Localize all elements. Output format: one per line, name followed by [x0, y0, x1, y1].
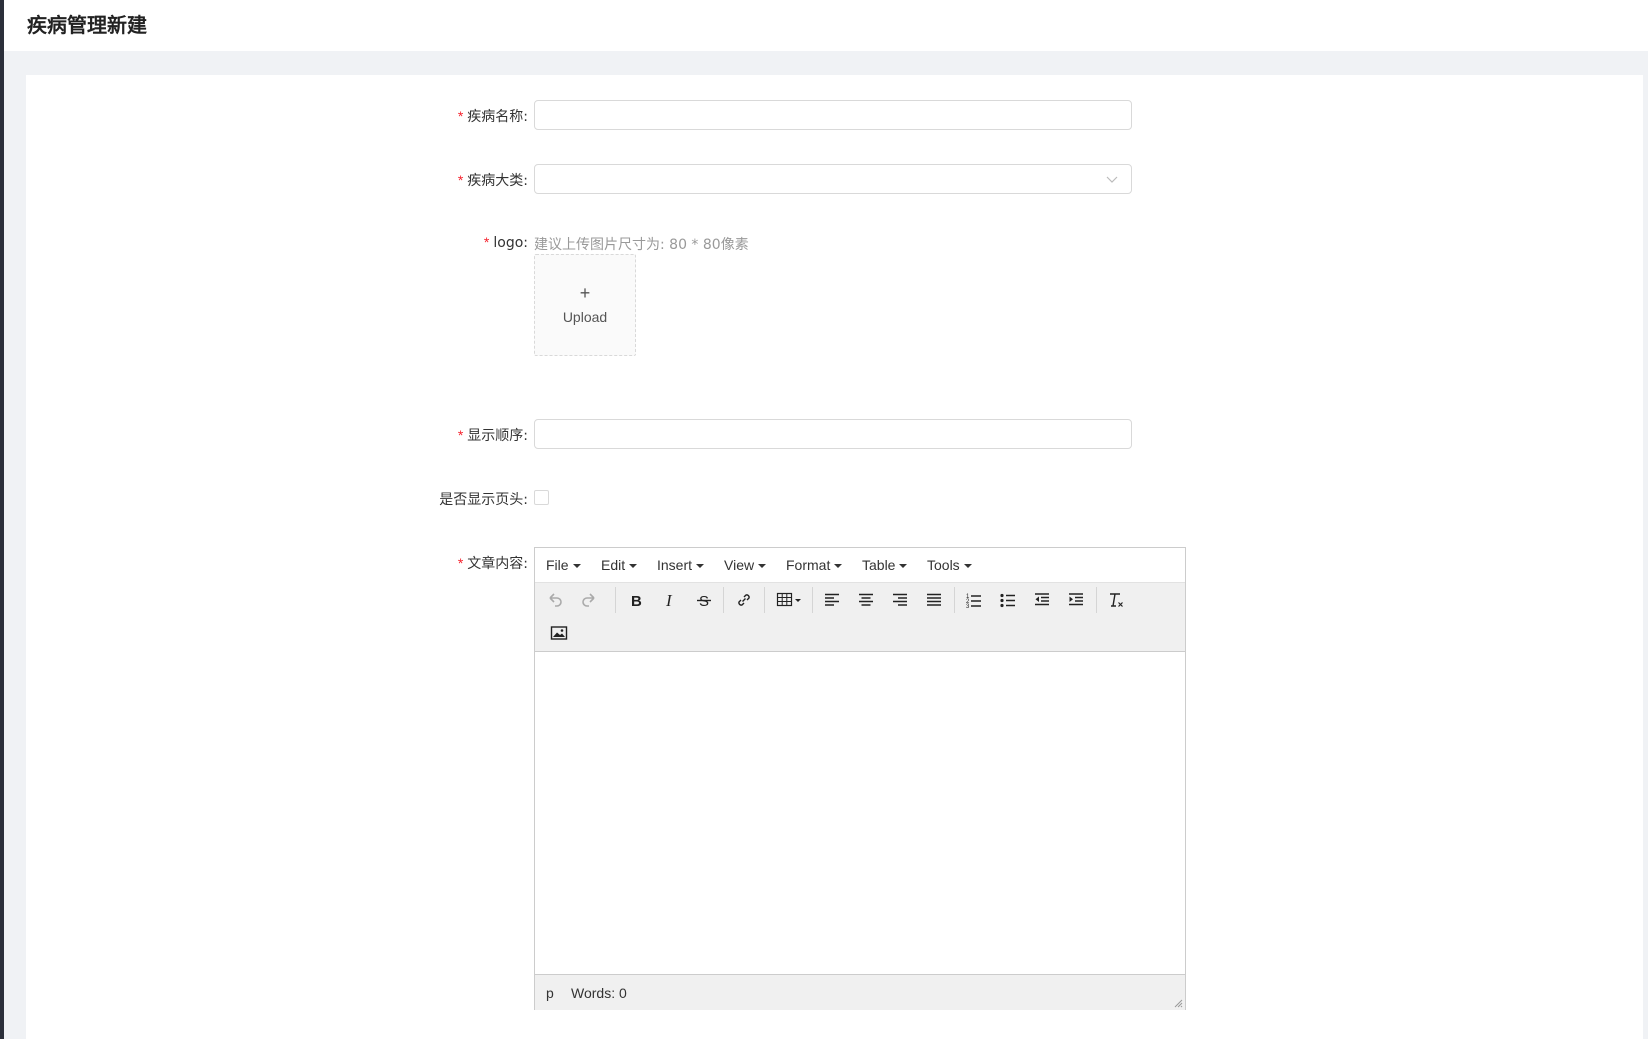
undo-icon[interactable] [541, 586, 569, 614]
caret-down-icon [963, 564, 972, 569]
required-mark: * [483, 234, 490, 250]
editor-menubar: File Edit Insert View Format Table Tools [535, 548, 1185, 583]
disease-name-input[interactable] [534, 100, 1132, 130]
image-icon[interactable] [545, 619, 573, 647]
required-mark: * [457, 172, 464, 188]
redo-icon[interactable] [575, 586, 603, 614]
resize-handle-icon[interactable] [1173, 998, 1183, 1008]
clear-format-icon[interactable] [1102, 586, 1130, 614]
menu-view[interactable]: View [724, 557, 767, 573]
menu-file[interactable]: File [546, 557, 581, 573]
logo-size-hint: 建议上传图片尺寸为: 80 * 80像素 [534, 237, 749, 253]
show-header-label: 是否显示页头: [439, 492, 528, 508]
word-count: Words: 0 [571, 985, 627, 1001]
form-row-disease-name: * 疾病名称: [26, 99, 1132, 131]
svg-text:I: I [665, 591, 673, 609]
display-order-input[interactable] [534, 419, 1132, 449]
numbered-list-icon[interactable]: 123 [960, 586, 988, 614]
table-icon[interactable] [771, 586, 807, 614]
svg-text:3: 3 [966, 604, 970, 609]
form-card: * 疾病名称: * 疾病大类: * logo: 建议上传图片尺寸为: 80 * 80像… [26, 75, 1643, 1039]
italic-icon[interactable]: I [656, 586, 684, 614]
caret-down-icon [629, 564, 638, 569]
plus-icon: + [579, 283, 591, 303]
required-mark: * [457, 555, 464, 571]
align-center-icon[interactable] [852, 586, 880, 614]
display-order-label: * 显示顺序: [457, 427, 528, 444]
editor-toolbar: B I S 1 2 3 [535, 583, 1185, 652]
page-header: 疾病管理新建 [4, 0, 1648, 51]
chevron-down-icon [1106, 176, 1118, 183]
form-row-display-order: * 显示顺序: [26, 418, 1132, 450]
indent-icon[interactable] [1062, 586, 1090, 614]
toolbar-divider [615, 587, 616, 613]
menu-edit[interactable]: Edit [601, 557, 638, 573]
menu-tools[interactable]: Tools [927, 557, 972, 573]
bold-icon[interactable]: B [622, 586, 650, 614]
toolbar-divider [723, 587, 724, 613]
category-select[interactable] [534, 164, 1132, 194]
category-label: * 疾病大类: [457, 172, 528, 189]
form-row-category: * 疾病大类: [26, 163, 1132, 195]
align-justify-icon[interactable] [920, 586, 948, 614]
required-mark: * [457, 108, 464, 124]
required-mark: * [457, 427, 464, 443]
editor-statusbar: p Words: 0 [535, 974, 1185, 1010]
caret-down-icon [758, 564, 767, 569]
element-path[interactable]: p [546, 985, 554, 1001]
bullet-list-icon[interactable] [994, 586, 1022, 614]
editor-content-area[interactable] [535, 652, 1185, 973]
align-left-icon[interactable] [818, 586, 846, 614]
link-icon[interactable] [730, 586, 758, 614]
toolbar-divider [954, 587, 955, 613]
toolbar-divider [764, 587, 765, 613]
form-row-content: * 文章内容: [26, 546, 528, 578]
logo-label: * logo: [483, 234, 528, 251]
caret-down-icon [696, 564, 705, 569]
toolbar-divider [812, 587, 813, 613]
strikethrough-icon[interactable]: S [690, 586, 718, 614]
align-right-icon[interactable] [886, 586, 914, 614]
toolbar-divider [1096, 587, 1097, 613]
show-header-checkbox[interactable] [534, 490, 549, 505]
rich-text-editor: File Edit Insert View Format Table Tools… [534, 547, 1186, 1010]
caret-down-icon [834, 564, 843, 569]
caret-down-icon [572, 564, 581, 569]
form-row-show-header: 是否显示页头: [26, 482, 1132, 514]
form-row-logo: * logo: 建议上传图片尺寸为: 80 * 80像素 + Upload [26, 227, 1132, 367]
disease-name-label: * 疾病名称: [457, 108, 528, 125]
content-label: * 文章内容: [457, 555, 528, 572]
upload-label: Upload [562, 309, 608, 325]
menu-insert[interactable]: Insert [657, 557, 705, 573]
logo-upload-button[interactable]: + Upload [534, 254, 636, 356]
caret-down-icon [899, 564, 908, 569]
menu-format[interactable]: Format [786, 557, 843, 573]
sidebar-edge [0, 0, 4, 1039]
outdent-icon[interactable] [1028, 586, 1056, 614]
page-title: 疾病管理新建 [27, 13, 147, 37]
svg-text:B: B [631, 593, 642, 609]
menu-table[interactable]: Table [862, 557, 908, 573]
